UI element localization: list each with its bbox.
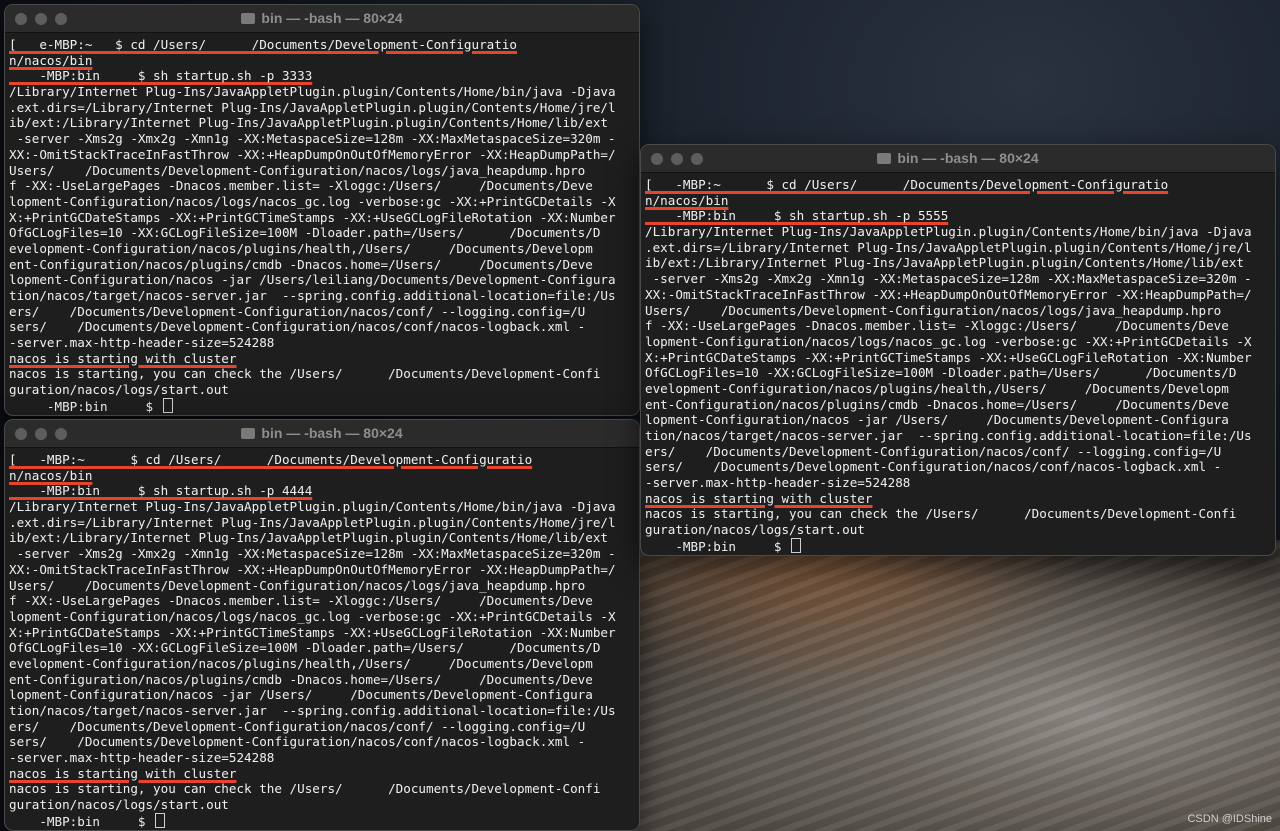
terminal-line: X:+PrintGCDateStamps -XX:+PrintGCTimeSta… — [9, 209, 616, 225]
wallpaper-terrain — [630, 540, 1280, 831]
terminal-line: Users/ /Documents/Development-Configurat… — [645, 302, 1222, 318]
terminal-line: f -XX:-UseLargePages -Dnacos.member.list… — [9, 593, 593, 609]
terminal-line: sers/ /Documents/Development-Configurati… — [645, 459, 1222, 475]
terminal-line: /Library/Internet Plug-Ins/JavaAppletPlu… — [645, 224, 1252, 240]
terminal-line: tion/nacos/target/nacos-server.jar --spr… — [9, 703, 616, 718]
watermark: CSDN @IDShine — [1187, 813, 1272, 825]
terminal-line: evelopment-Configuration/nacos/plugins/h… — [9, 240, 593, 256]
terminal-line: evelopment-Configuration/nacos/plugins/h… — [9, 655, 593, 671]
prompt-line: -MBP:bin $ — [9, 812, 633, 829]
folder-icon — [241, 428, 256, 439]
terminal-line: nacos is starting, you can check the /Us… — [645, 506, 1237, 522]
terminal-line: lopment-Configuration/nacos/logs/nacos_g… — [9, 608, 616, 624]
terminal-line: lopment-Configuration/nacos/logs/nacos_g… — [9, 193, 616, 209]
terminal-line: f -XX:-UseLargePages -Dnacos.member.list… — [645, 318, 1229, 334]
terminal-line: guration/nacos/logs/start.out — [9, 382, 229, 398]
terminal-line: lopment-Configuration/nacos -jar /Users/… — [9, 687, 593, 703]
terminal-line: Users/ /Documents/Development-Configurat… — [9, 162, 586, 178]
terminal-line: -server.max-http-header-size=524288 — [645, 475, 911, 491]
terminal-line: -MBP:bin $ sh startup.sh -p 5555 — [645, 208, 949, 224]
terminal-line: [ -MBP:~ $ cd /Users/ /Documents/Develop… — [645, 177, 1169, 192]
terminal-line: X:+PrintGCDateStamps -XX:+PrintGCTimeSta… — [9, 624, 616, 640]
terminal-line: -MBP:bin $ sh startup.sh -p 3333 — [9, 68, 313, 84]
terminal-line: -server.max-http-header-size=524288 — [9, 335, 275, 351]
terminal-line: -MBP:bin $ sh startup.sh -p 4444 — [9, 483, 313, 499]
window-title: bin — -bash — 80×24 — [261, 10, 403, 26]
terminal-line: lopment-Configuration/nacos/logs/nacos_g… — [645, 333, 1252, 349]
terminal-line: X:+PrintGCDateStamps -XX:+PrintGCTimeSta… — [645, 349, 1252, 365]
terminal-line: n/nacos/bin — [645, 192, 729, 208]
terminal-line: nacos is starting, you can check the /Us… — [9, 366, 601, 382]
terminal-line: ib/ext:/Library/Internet Plug-Ins/JavaAp… — [9, 530, 608, 546]
text-cursor — [155, 812, 166, 828]
terminal-line: .ext.dirs=/Library/Internet Plug-Ins/Jav… — [9, 99, 616, 115]
terminal-line: Users/ /Documents/Development-Configurat… — [9, 577, 586, 593]
terminal-line: /Library/Internet Plug-Ins/JavaAppletPlu… — [9, 499, 616, 515]
terminal-line: -server -Xms2g -Xmx2g -Xmn1g -XX:Metaspa… — [9, 546, 616, 562]
terminal-line: -server.max-http-header-size=524288 — [9, 750, 275, 766]
terminal-output[interactable]: [ -MBP:~ $ cd /Users/ /Documents/Develop… — [641, 173, 1275, 554]
terminal-line: evelopment-Configuration/nacos/plugins/h… — [645, 380, 1229, 396]
prompt-line: -MBP:bin $ — [645, 537, 1269, 554]
terminal-line: n/nacos/bin — [9, 467, 93, 483]
window-titlebar[interactable]: bin — -bash — 80×24 — [5, 420, 639, 448]
terminal-line: ib/ext:/Library/Internet Plug-Ins/JavaAp… — [9, 115, 608, 131]
terminal-output[interactable]: [ -MBP:~ $ cd /Users/ /Documents/Develop… — [5, 448, 639, 829]
terminal-line: ent-Configuration/nacos/plugins/cmdb -Dn… — [9, 671, 593, 687]
prompt-line: -MBP:bin $ — [9, 397, 633, 414]
terminal-line: ent-Configuration/nacos/plugins/cmdb -Dn… — [645, 396, 1229, 412]
terminal-window-4444[interactable]: bin — -bash — 80×24 [ -MBP:~ $ cd /Users… — [4, 419, 640, 831]
terminal-line: ib/ext:/Library/Internet Plug-Ins/JavaAp… — [645, 255, 1244, 271]
terminal-line: nacos is starting with cluster — [645, 490, 873, 506]
terminal-line: nacos is starting with cluster — [9, 765, 237, 781]
terminal-line: ers/ /Documents/Development-Configuratio… — [645, 443, 1222, 459]
terminal-line: guration/nacos/logs/start.out — [645, 522, 865, 538]
terminal-line: tion/nacos/target/nacos-server.jar --spr… — [9, 288, 616, 303]
terminal-line: .ext.dirs=/Library/Internet Plug-Ins/Jav… — [9, 514, 616, 530]
terminal-line: sers/ /Documents/Development-Configurati… — [9, 734, 586, 750]
terminal-line: /Library/Internet Plug-Ins/JavaAppletPlu… — [9, 84, 616, 100]
terminal-line: sers/ /Documents/Development-Configurati… — [9, 319, 586, 335]
terminal-line: [ -MBP:~ $ cd /Users/ /Documents/Develop… — [9, 452, 533, 467]
window-titlebar[interactable]: bin — -bash — 80×24 — [5, 5, 639, 33]
window-titlebar[interactable]: bin — -bash — 80×24 — [641, 145, 1275, 173]
terminal-line: OfGCLogFiles=10 -XX:GCLogFileSize=100M -… — [9, 225, 601, 241]
window-title: bin — -bash — 80×24 — [261, 425, 403, 441]
terminal-window-3333[interactable]: bin — -bash — 80×24 [ e-MBP:~ $ cd /User… — [4, 4, 640, 416]
terminal-line: guration/nacos/logs/start.out — [9, 797, 229, 813]
window-title: bin — -bash — 80×24 — [897, 150, 1039, 166]
terminal-line: ers/ /Documents/Development-Configuratio… — [9, 718, 586, 734]
terminal-line: n/nacos/bin — [9, 52, 93, 68]
terminal-line: [ e-MBP:~ $ cd /Users/ /Documents/Develo… — [9, 37, 517, 52]
terminal-line: -server -Xms2g -Xmx2g -Xmn1g -XX:Metaspa… — [9, 131, 616, 147]
terminal-line: OfGCLogFiles=10 -XX:GCLogFileSize=100M -… — [645, 365, 1237, 381]
terminal-line: .ext.dirs=/Library/Internet Plug-Ins/Jav… — [645, 239, 1252, 255]
terminal-line: ent-Configuration/nacos/plugins/cmdb -Dn… — [9, 256, 593, 272]
terminal-line: tion/nacos/target/nacos-server.jar --spr… — [645, 428, 1252, 443]
terminal-line: XX:-OmitStackTraceInFastThrow -XX:+HeapD… — [645, 286, 1252, 302]
terminal-line: OfGCLogFiles=10 -XX:GCLogFileSize=100M -… — [9, 640, 601, 656]
text-cursor — [162, 397, 173, 413]
terminal-line: lopment-Configuration/nacos -jar /Users/… — [645, 412, 1229, 428]
text-cursor — [791, 537, 802, 553]
terminal-line: ers/ /Documents/Development-Configuratio… — [9, 303, 586, 319]
terminal-line: nacos is starting, you can check the /Us… — [9, 781, 601, 797]
terminal-line: XX:-OmitStackTraceInFastThrow -XX:+HeapD… — [9, 561, 616, 577]
terminal-line: nacos is starting with cluster — [9, 350, 237, 366]
terminal-line: lopment-Configuration/nacos -jar /Users/… — [9, 272, 616, 288]
terminal-line: -server -Xms2g -Xmx2g -Xmn1g -XX:Metaspa… — [645, 271, 1252, 287]
folder-icon — [877, 153, 892, 164]
terminal-line: XX:-OmitStackTraceInFastThrow -XX:+HeapD… — [9, 146, 616, 162]
folder-icon — [241, 13, 256, 24]
terminal-line: f -XX:-UseLargePages -Dnacos.member.list… — [9, 178, 593, 194]
terminal-output[interactable]: [ e-MBP:~ $ cd /Users/ /Documents/Develo… — [5, 33, 639, 414]
terminal-window-5555[interactable]: bin — -bash — 80×24 [ -MBP:~ $ cd /Users… — [640, 144, 1276, 556]
